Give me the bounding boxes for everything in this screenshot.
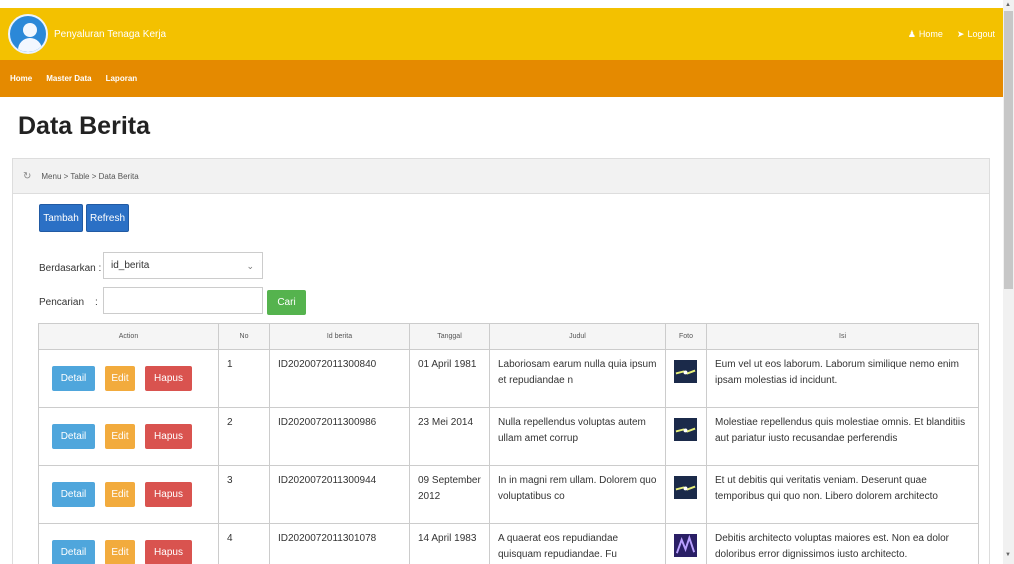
cell-tanggal: 01 April 1981 [409,349,490,408]
cell-id: ID2020072011300986 [269,407,410,466]
scroll-up-arrow-icon[interactable]: ▲ [1005,2,1011,8]
photo-thumbnail [674,418,697,441]
cell-isi: Et ut debitis qui veritatis veniam. Dese… [706,465,979,524]
main-menu: Home Master Data Laporan [0,60,1003,97]
content-panel: ↻ Menu > Table > Data Berita Tambah Refr… [12,158,990,564]
menu-item-home[interactable]: Home [10,74,32,83]
logout-link[interactable]: ➤ Logout [957,29,995,40]
hapus-button[interactable]: Hapus [145,366,192,391]
edit-button[interactable]: Edit [105,540,135,564]
vertical-scrollbar[interactable]: ▲ ▼ [1003,0,1014,564]
cell-tanggal: 09 September 2012 [409,465,490,524]
pencarian-colon: : [95,297,98,308]
top-links: ♟ Home ➤ Logout [908,8,995,60]
cell-isi: Debitis architecto voluptas maiores est.… [706,523,979,564]
col-id: Id berita [269,323,410,350]
select-value: id_berita [111,260,150,271]
col-tanggal: Tanggal [409,323,490,350]
cell-no: 3 [218,465,270,524]
chevron-down-icon: ⌄ [246,261,254,271]
tambah-button[interactable]: Tambah [39,204,83,232]
menu-item-laporan[interactable]: Laporan [106,74,138,83]
action-cell: Detail Edit Hapus [38,407,219,466]
table-header-row: Action No Id berita Tanggal Judul Foto I… [38,323,979,350]
top-header: Penyaluran Tenaga Kerja ♟ Home ➤ Logout [0,8,1003,60]
photo-thumbnail [674,534,697,557]
detail-button[interactable]: Detail [52,424,95,449]
cell-id: ID2020072011300944 [269,465,410,524]
cell-no: 4 [218,523,270,564]
table-row: Detail Edit Hapus 3 ID2020072011300944 0… [38,465,979,524]
arrow-icon: ➤ [956,28,965,39]
action-cell: Detail Edit Hapus [38,465,219,524]
panel-header: ↻ Menu > Table > Data Berita [13,159,989,194]
cell-judul: A quaerat eos repudiandae quisquam repud… [489,523,666,564]
col-judul: Judul [489,323,666,350]
cell-foto [665,465,707,524]
cell-isi: Molestiae repellendus quis molestiae omn… [706,407,979,466]
hapus-button[interactable]: Hapus [145,482,192,507]
cell-id: ID2020072011301078 [269,523,410,564]
cell-judul: Nulla repellendus voluptas autem ullam a… [489,407,666,466]
cell-no: 2 [218,407,270,466]
user-avatar-icon [8,14,48,54]
col-isi: Isi [706,323,979,350]
logout-link-label: Logout [967,29,995,39]
menu-item-master-data[interactable]: Master Data [46,74,91,83]
edit-button[interactable]: Edit [105,366,135,391]
col-no: No [218,323,270,350]
cell-judul: Laboriosam earum nulla quia ipsum et rep… [489,349,666,408]
col-foto: Foto [665,323,707,350]
cell-isi: Eum vel ut eos laborum. Laborum similiqu… [706,349,979,408]
app-window: Penyaluran Tenaga Kerja ♟ Home ➤ Logout … [0,0,1014,564]
table-row: Detail Edit Hapus 2 ID2020072011300986 2… [38,407,979,466]
breadcrumb: Menu > Table > Data Berita [41,171,139,181]
hapus-button[interactable]: Hapus [145,540,192,564]
home-link-label: Home [918,29,943,39]
cell-foto [665,349,707,408]
berita-table: Action No Id berita Tanggal Judul Foto I… [38,323,979,564]
col-action: Action [38,323,219,350]
table-row: Detail Edit Hapus 4 ID2020072011301078 1… [38,523,979,564]
photo-thumbnail [674,360,697,383]
cell-judul: In in magni rem ullam. Dolorem quo volup… [489,465,666,524]
cell-id: ID2020072011300840 [269,349,410,408]
photo-thumbnail [674,476,697,499]
refresh-button[interactable]: Refresh [86,204,129,232]
cell-foto [665,407,707,466]
detail-button[interactable]: Detail [52,366,95,391]
berdasarkan-label: Berdasarkan : [39,263,102,274]
table-row: Detail Edit Hapus 1 ID2020072011300840 0… [38,349,979,408]
hapus-button[interactable]: Hapus [145,424,192,449]
berdasarkan-select[interactable]: id_berita ⌄ [103,252,263,279]
cell-foto [665,523,707,564]
search-input[interactable] [103,287,263,314]
cell-tanggal: 14 April 1983 [409,523,490,564]
user-icon: ♟ [907,28,916,39]
cell-tanggal: 23 Mei 2014 [409,407,490,466]
edit-button[interactable]: Edit [105,424,135,449]
cari-button[interactable]: Cari [267,290,306,315]
scroll-thumb[interactable] [1004,11,1013,289]
page-title: Data Berita [18,112,150,140]
app-title: Penyaluran Tenaga Kerja [54,28,167,40]
action-cell: Detail Edit Hapus [38,523,219,564]
scroll-down-arrow-icon[interactable]: ▼ [1005,552,1011,558]
home-link[interactable]: ♟ Home [908,29,943,40]
edit-button[interactable]: Edit [105,482,135,507]
refresh-icon: ↻ [23,170,32,182]
detail-button[interactable]: Detail [52,540,95,564]
detail-button[interactable]: Detail [52,482,95,507]
action-cell: Detail Edit Hapus [38,349,219,408]
pencarian-label: Pencarian [39,297,85,308]
cell-no: 1 [218,349,270,408]
